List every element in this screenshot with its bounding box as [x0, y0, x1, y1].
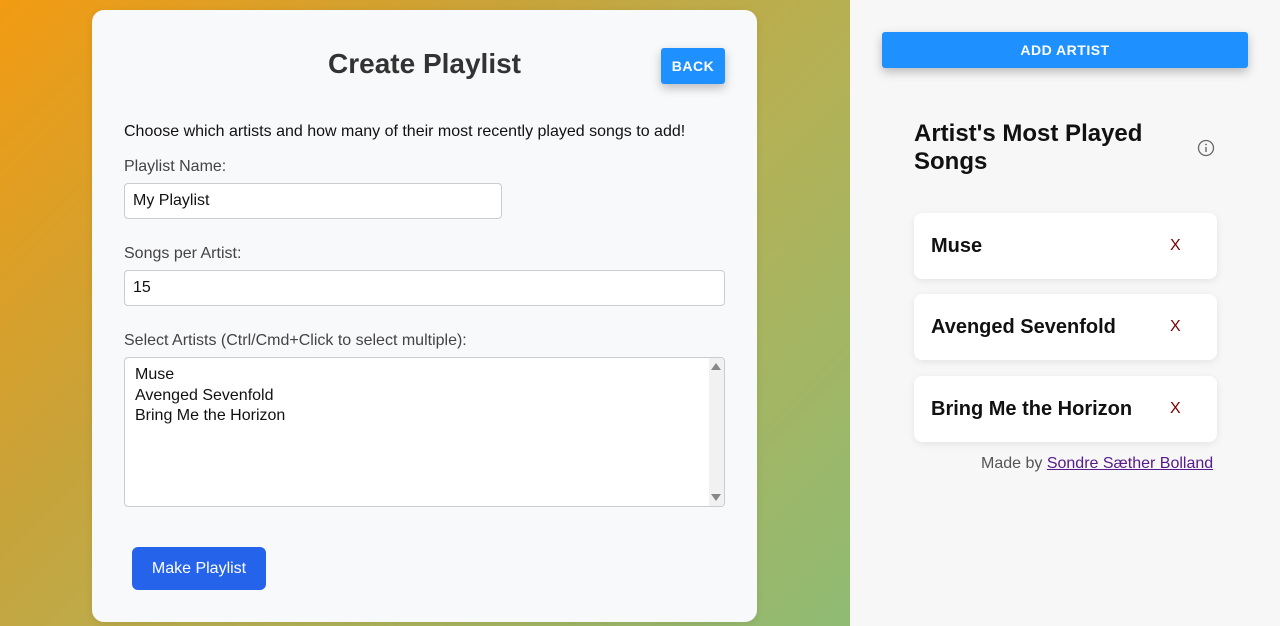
artist-option[interactable]: Muse	[125, 365, 724, 386]
sidebar-title: Artist's Most Played Songs	[914, 120, 1143, 175]
create-playlist-card: Create Playlist BACK Choose which artist…	[92, 10, 757, 622]
remove-artist-button[interactable]: X	[1170, 376, 1181, 442]
songs-per-artist-input[interactable]: 15	[124, 270, 725, 306]
back-button[interactable]: BACK	[661, 48, 725, 84]
artist-name: Bring Me the Horizon	[931, 397, 1133, 420]
artist-name: Muse	[931, 234, 983, 257]
playlist-name-label: Playlist Name:	[124, 158, 227, 175]
artist-option[interactable]: Avenged Sevenfold	[125, 386, 724, 407]
artist-sidebar: ADD ARTIST Artist's Most Played Songs Mu…	[850, 0, 1280, 626]
info-icon[interactable]	[1197, 139, 1215, 157]
select-scrollbar[interactable]	[709, 358, 724, 506]
page-title: Create Playlist	[328, 48, 521, 79]
footer-prefix: Made by	[981, 455, 1043, 472]
author-link[interactable]: Sondre Sæther Bolland	[1047, 455, 1213, 472]
footer-credit: Made by Sondre Sæther Bolland	[981, 455, 1213, 473]
playlist-name-input[interactable]: My Playlist	[124, 183, 502, 219]
remove-artist-button[interactable]: X	[1170, 294, 1181, 360]
artist-name: Avenged Sevenfold	[931, 315, 1116, 338]
remove-artist-button[interactable]: X	[1170, 213, 1181, 279]
songs-per-artist-label: Songs per Artist:	[124, 245, 242, 262]
make-playlist-button[interactable]: Make Playlist	[132, 547, 266, 590]
select-artists-label: Select Artists (Ctrl/Cmd+Click to select…	[124, 332, 467, 349]
add-artist-button[interactable]: ADD ARTIST	[882, 32, 1248, 68]
scroll-down-arrow-icon[interactable]	[711, 494, 721, 501]
artist-card: Muse X	[914, 213, 1217, 279]
artist-multiselect[interactable]: Muse Avenged Sevenfold Bring Me the Hori…	[124, 357, 725, 507]
artist-option[interactable]: Bring Me the Horizon	[125, 406, 724, 427]
background-gradient-pane: Create Playlist BACK Choose which artist…	[0, 0, 850, 626]
intro-text: Choose which artists and how many of the…	[124, 123, 686, 140]
artist-card: Avenged Sevenfold X	[914, 294, 1217, 360]
scroll-up-arrow-icon[interactable]	[711, 363, 721, 370]
artist-card: Bring Me the Horizon X	[914, 376, 1217, 442]
